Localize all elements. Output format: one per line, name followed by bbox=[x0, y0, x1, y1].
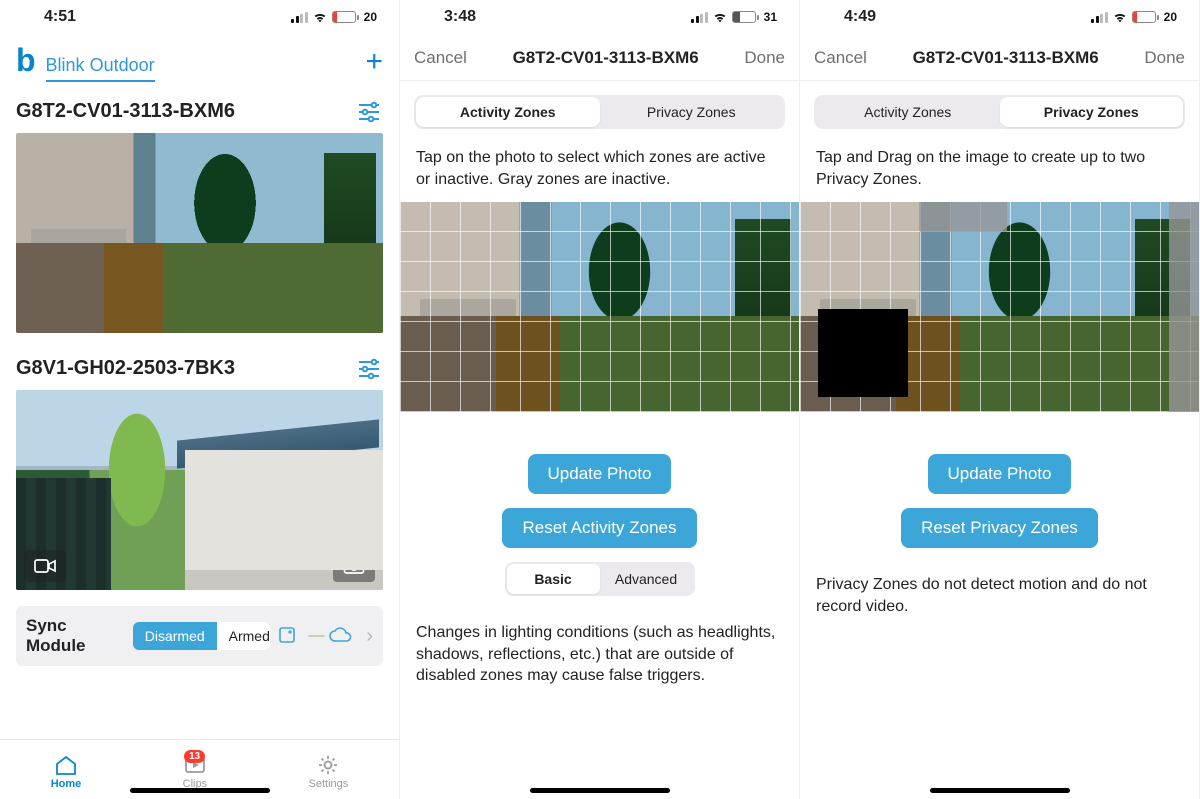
video-icon bbox=[34, 558, 56, 574]
status-time: 4:51 bbox=[44, 8, 76, 26]
status-right: 20 bbox=[1091, 10, 1177, 24]
sync-status-icons: — bbox=[278, 625, 354, 647]
nav-title: G8T2-CV01-3113-BXM6 bbox=[913, 48, 1099, 68]
brand-logo: b bbox=[16, 42, 36, 79]
tab-clips[interactable]: 13 Clips bbox=[183, 754, 207, 790]
battery-icon bbox=[1132, 11, 1159, 23]
clips-badge: 13 bbox=[184, 750, 205, 763]
tab-settings[interactable]: Settings bbox=[309, 754, 349, 790]
cloud-icon bbox=[328, 627, 354, 645]
sync-module-label: Sync Module bbox=[26, 616, 123, 656]
status-time: 4:49 bbox=[844, 8, 876, 26]
reset-zones-button[interactable]: Reset Activity Zones bbox=[502, 508, 696, 548]
brand[interactable]: b Blink Outdoor bbox=[16, 42, 155, 82]
tab-home[interactable]: Home bbox=[51, 754, 82, 790]
update-photo-button[interactable]: Update Photo bbox=[928, 454, 1072, 494]
cell-signal-icon bbox=[691, 12, 708, 23]
zone-type-segment[interactable]: Activity Zones Privacy Zones bbox=[814, 95, 1185, 129]
segment-advanced[interactable]: Advanced bbox=[600, 564, 693, 594]
camera-name: G8T2-CV01-3113-BXM6 bbox=[16, 100, 235, 123]
snapshot-button[interactable] bbox=[333, 550, 375, 582]
body-text: Privacy Zones do not detect motion and d… bbox=[800, 564, 1199, 627]
live-view-button[interactable] bbox=[24, 293, 66, 325]
home-indicator[interactable] bbox=[530, 788, 670, 793]
tab-label: Home bbox=[51, 778, 82, 790]
wifi-icon bbox=[312, 11, 328, 23]
button-stack: Update Photo Reset Activity Zones Basic … bbox=[400, 412, 799, 612]
add-button[interactable]: + bbox=[365, 45, 383, 79]
zone-editor[interactable] bbox=[800, 202, 1199, 412]
button-stack: Update Photo Reset Privacy Zones bbox=[800, 412, 1199, 564]
segment-activity[interactable]: Activity Zones bbox=[816, 97, 1000, 127]
battery-pct: 31 bbox=[764, 10, 777, 24]
zone-editor[interactable] bbox=[400, 202, 799, 412]
screen-privacy-zones: 4:49 20 Cancel G8T2-CV01-3113-BXM6 Done … bbox=[800, 0, 1200, 799]
camera-card-2: G8V1-GH02-2503-7BK3 bbox=[0, 345, 399, 602]
status-time: 3:48 bbox=[444, 8, 476, 26]
screen-home: 4:51 20 b Blink Outdoor + G8T2-CV01-3113… bbox=[0, 0, 400, 799]
battery-icon bbox=[332, 11, 359, 23]
status-bar: 4:49 20 bbox=[800, 0, 1199, 34]
home-indicator[interactable] bbox=[930, 788, 1070, 793]
nav-title: G8T2-CV01-3113-BXM6 bbox=[513, 48, 699, 68]
nav-bar: Cancel G8T2-CV01-3113-BXM6 Done bbox=[400, 34, 799, 81]
sync-module-row[interactable]: Sync Module Disarmed Armed — › bbox=[16, 606, 383, 666]
segment-activity[interactable]: Activity Zones bbox=[416, 97, 600, 127]
help-text: Tap and Drag on the image to create up t… bbox=[800, 147, 1199, 202]
gear-icon bbox=[316, 754, 340, 776]
mode-segment[interactable]: Basic Advanced bbox=[505, 562, 695, 596]
zone-type-segment[interactable]: Activity Zones Privacy Zones bbox=[414, 95, 785, 129]
status-right: 31 bbox=[691, 10, 777, 24]
camera-thumbnail[interactable] bbox=[16, 133, 383, 333]
status-right: 20 bbox=[291, 10, 377, 24]
camera-card-1: G8T2-CV01-3113-BXM6 bbox=[0, 88, 399, 345]
segment-armed[interactable]: Armed bbox=[217, 622, 271, 650]
body-text: Changes in lighting conditions (such as … bbox=[400, 612, 799, 697]
home-icon bbox=[54, 754, 78, 776]
video-icon bbox=[34, 301, 56, 317]
arm-segment[interactable]: Disarmed Armed bbox=[133, 622, 271, 650]
wifi-icon bbox=[1112, 11, 1128, 23]
cell-signal-icon bbox=[1091, 12, 1108, 23]
status-bar: 3:48 31 bbox=[400, 0, 799, 34]
tab-label: Settings bbox=[309, 778, 349, 790]
snapshot-button[interactable] bbox=[333, 293, 375, 325]
app-header: b Blink Outdoor + bbox=[0, 34, 399, 88]
segment-privacy[interactable]: Privacy Zones bbox=[1000, 97, 1184, 127]
module-icon bbox=[278, 625, 304, 647]
wifi-icon bbox=[712, 11, 728, 23]
segment-privacy[interactable]: Privacy Zones bbox=[600, 97, 784, 127]
done-button[interactable]: Done bbox=[1144, 48, 1185, 68]
update-photo-button[interactable]: Update Photo bbox=[528, 454, 672, 494]
live-view-button[interactable] bbox=[24, 550, 66, 582]
help-text: Tap on the photo to select which zones a… bbox=[400, 147, 799, 202]
cell-signal-icon bbox=[291, 12, 308, 23]
battery-pct: 20 bbox=[364, 10, 377, 24]
zone-grid-overlay bbox=[400, 202, 799, 412]
camera-thumbnail[interactable] bbox=[16, 390, 383, 590]
sliders-icon[interactable] bbox=[357, 358, 381, 380]
reset-zones-button[interactable]: Reset Privacy Zones bbox=[901, 508, 1098, 548]
home-indicator[interactable] bbox=[130, 788, 270, 793]
camera-icon bbox=[343, 558, 365, 574]
sliders-icon[interactable] bbox=[357, 101, 381, 123]
camera-icon bbox=[343, 301, 365, 317]
segment-basic[interactable]: Basic bbox=[507, 564, 600, 594]
status-bar: 4:51 20 bbox=[0, 0, 399, 34]
cancel-button[interactable]: Cancel bbox=[814, 48, 867, 68]
privacy-zone-hint[interactable] bbox=[920, 202, 1008, 231]
camera-name: G8V1-GH02-2503-7BK3 bbox=[16, 357, 235, 380]
chevron-right-icon: › bbox=[366, 625, 373, 648]
nav-bar: Cancel G8T2-CV01-3113-BXM6 Done bbox=[800, 34, 1199, 81]
battery-icon bbox=[732, 11, 759, 23]
done-button[interactable]: Done bbox=[744, 48, 785, 68]
segment-disarmed[interactable]: Disarmed bbox=[133, 622, 217, 650]
cancel-button[interactable]: Cancel bbox=[414, 48, 467, 68]
brand-title: Blink Outdoor bbox=[46, 55, 155, 82]
screen-activity-zones: 3:48 31 Cancel G8T2-CV01-3113-BXM6 Done … bbox=[400, 0, 800, 799]
privacy-zone-1[interactable] bbox=[818, 309, 908, 397]
battery-pct: 20 bbox=[1164, 10, 1177, 24]
privacy-zone-2[interactable] bbox=[1169, 202, 1199, 412]
